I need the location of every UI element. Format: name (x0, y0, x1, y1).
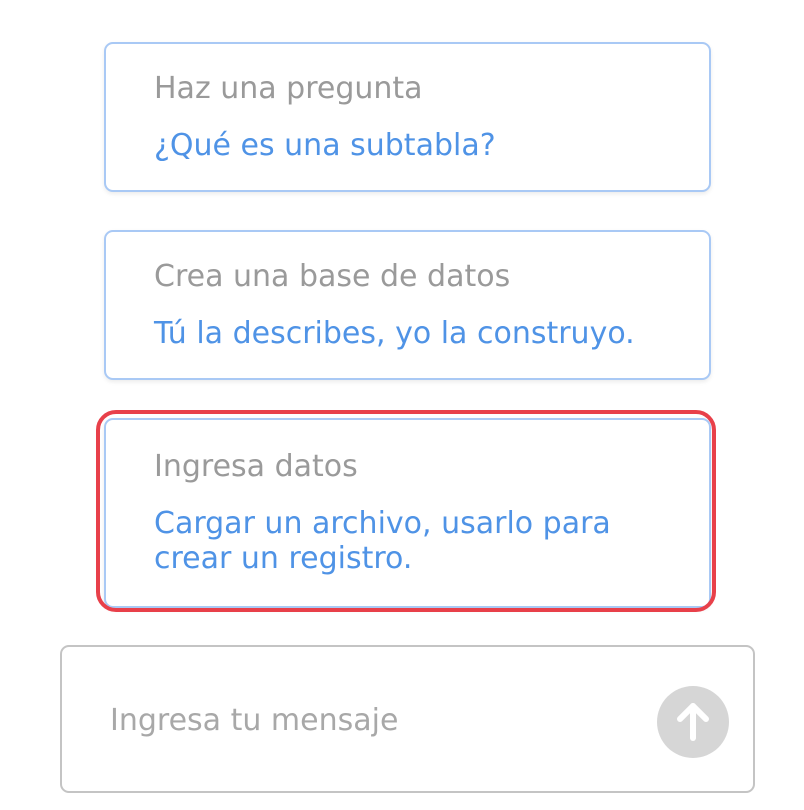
send-button[interactable] (657, 686, 729, 758)
suggestion-title: Ingresa datos (154, 449, 358, 484)
message-composer (60, 645, 755, 793)
suggestion-card-ask-question[interactable]: Haz una pregunta ¿Qué es una subtabla? (104, 42, 711, 192)
suggestion-title: Haz una pregunta (154, 71, 423, 106)
suggestion-description: Tú la describes, yo la construyo. (154, 316, 635, 351)
suggestion-description: Cargar un archivo, usarlo para crear un … (154, 506, 611, 576)
suggestion-card-enter-data[interactable]: Ingresa datos Cargar un archivo, usarlo … (104, 418, 711, 608)
chat-panel: Haz una pregunta ¿Qué es una subtabla? C… (0, 0, 804, 810)
suggestion-description-line: Cargar un archivo, usarlo para (154, 506, 611, 541)
suggestion-description-line: crear un registro. (154, 541, 413, 576)
message-input[interactable] (110, 695, 630, 745)
suggestion-card-create-database[interactable]: Crea una base de datos Tú la describes, … (104, 230, 711, 380)
suggestion-description-line: ¿Qué es una subtabla? (154, 128, 496, 163)
suggestion-description-line: Tú la describes, yo la construyo. (154, 316, 635, 351)
suggestion-description: ¿Qué es una subtabla? (154, 128, 496, 163)
arrow-up-icon (677, 703, 709, 741)
suggestion-title: Crea una base de datos (154, 259, 511, 294)
